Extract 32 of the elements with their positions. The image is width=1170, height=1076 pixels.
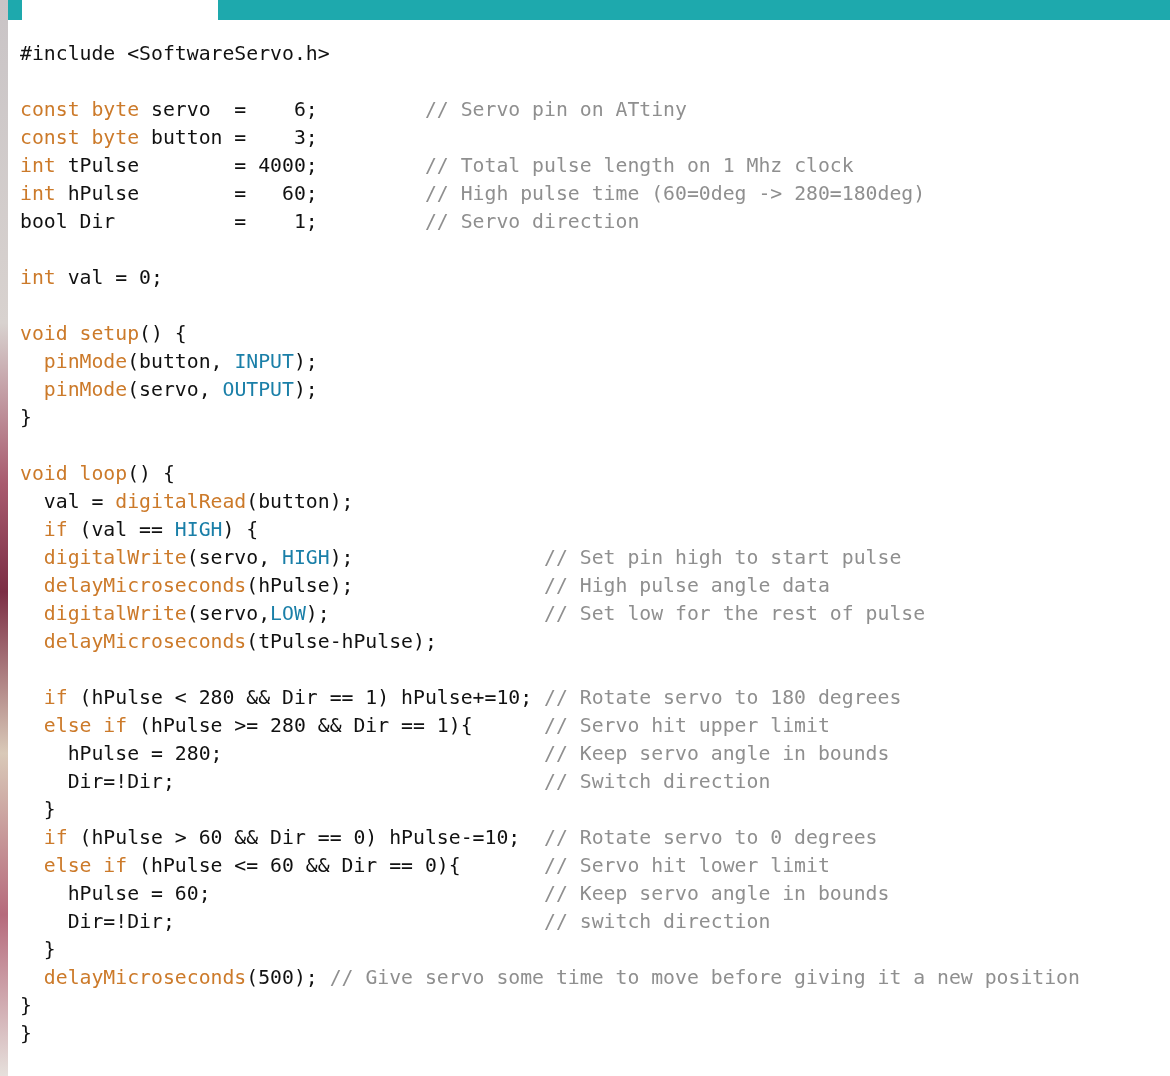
code-line: } [42,797,56,823]
code-line: int tPulse = 4000; // Total pulse length on 1 Mhz clock [20,153,854,179]
code-line: pinMode(servo, OUTPUT); [42,377,318,403]
code-line: pinMode(button, INPUT); [42,349,318,375]
code-line: if (val == HIGH) { [42,517,259,543]
code-line: if (hPulse < 280 && Dir == 1) hPulse+=10; // Rotate servo to 180 degrees [42,685,902,711]
code-line: } [42,937,56,963]
code-line: digitalWrite(servo,LOW); // Set low for the rest of pulse [42,601,926,627]
code-line: bool Dir = 1; // Servo direction [20,209,640,235]
code-line: if (hPulse > 60 && Dir == 0) hPulse-=10; // Rotate servo to 0 degrees [42,825,878,851]
code-line: Dir=!Dir; // switch direction [66,909,771,935]
code-line: hPulse = 280; // Keep servo angle in bounds [66,741,890,767]
editor-tab[interactable] [22,0,218,20]
code-line: #include <SoftwareServo.h> [20,41,330,67]
code-line: hPulse = 60; // Keep servo angle in bounds [66,881,890,907]
code-line: const byte button = 3; [20,125,318,151]
code-line: delayMicroseconds(tPulse-hPulse); [42,629,437,655]
code-line: int val = 0; [20,265,163,291]
code-line: val = digitalRead(button); [42,489,354,515]
code-line: else if (hPulse <= 60 && Dir == 0){ // Servo hit lower limit [42,853,830,879]
code-line: digitalWrite(servo, HIGH); // Set pin high to start pulse [42,545,902,571]
code-line: } [20,405,32,431]
code-line: } [20,993,32,1019]
code-line: delayMicroseconds(hPulse); // High pulse angle data [42,573,830,599]
code-line: Dir=!Dir; // Switch direction [66,769,771,795]
code-line: int hPulse = 60; // High pulse time (60=0deg -> 280=180deg) [20,181,926,207]
code-line: void loop() { [20,461,175,487]
code-line: else if (hPulse >= 280 && Dir == 1){ // Servo hit upper limit [42,713,830,739]
code-line: } [20,1021,32,1047]
code-line: void setup() { [20,321,187,347]
code-line: delayMicroseconds(500); // Give servo some time to move before giving it a new position [42,965,1080,991]
code-line: const byte servo = 6; // Servo pin on ATtiny [20,97,687,123]
